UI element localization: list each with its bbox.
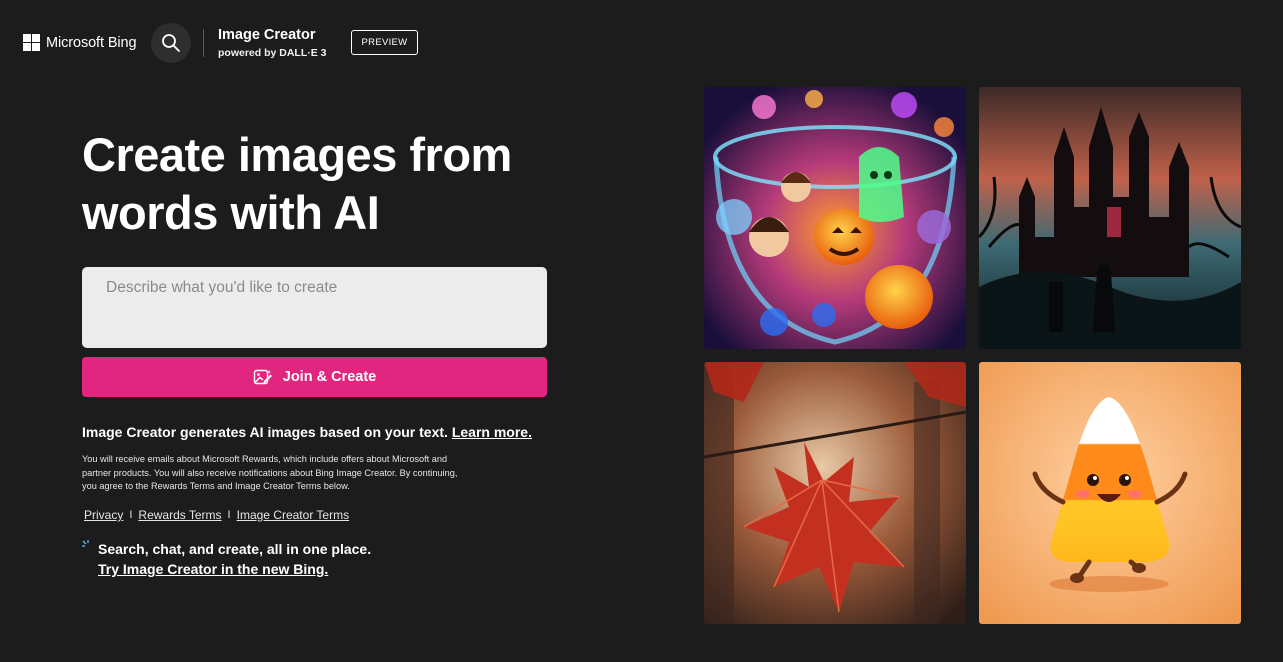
search-button[interactable] xyxy=(151,23,191,63)
gallery-image-candy-corn[interactable] xyxy=(979,362,1241,624)
promo-title: Search, chat, and create, all in one pla… xyxy=(98,541,372,557)
header: Microsoft Bing Image Creator powered by … xyxy=(0,0,1283,84)
gothic-castle-image xyxy=(979,87,1241,349)
microsoft-bing-logo[interactable]: Microsoft Bing xyxy=(23,34,137,51)
footer-links: Privacy I Rewards Terms I Image Creator … xyxy=(84,508,349,522)
link-separator: I xyxy=(227,509,231,521)
brand-title[interactable]: Image Creator xyxy=(218,27,316,43)
autumn-maple-leaf-image xyxy=(704,362,966,624)
gallery-image-leaf[interactable] xyxy=(704,362,966,624)
image-create-icon xyxy=(253,369,272,385)
create-button-label: Join & Create xyxy=(282,369,377,385)
sparkle-icon xyxy=(82,540,89,547)
info-line: Image Creator generates AI images based … xyxy=(82,424,532,440)
preview-badge: PREVIEW xyxy=(351,30,418,55)
prompt-input[interactable] xyxy=(82,267,547,348)
link-separator: I xyxy=(129,509,133,521)
header-divider xyxy=(203,29,204,57)
microsoft-logo-icon xyxy=(23,34,40,51)
info-text: Image Creator generates AI images based … xyxy=(82,424,448,440)
logo-text: Microsoft Bing xyxy=(46,34,137,51)
rewards-terms-link[interactable]: Rewards Terms xyxy=(138,508,221,522)
privacy-link[interactable]: Privacy xyxy=(84,508,123,522)
brand-subtitle: powered by DALL·E 3 xyxy=(218,47,327,59)
search-icon xyxy=(162,34,180,52)
gallery-image-castle[interactable] xyxy=(979,87,1241,349)
page-title: Create images from words with AI xyxy=(82,128,512,239)
try-new-bing-link[interactable]: Try Image Creator in the new Bing. xyxy=(98,561,328,577)
halloween-fishbowl-image xyxy=(704,87,966,349)
gallery-image-halloween[interactable] xyxy=(704,87,966,349)
learn-more-link[interactable]: Learn more. xyxy=(452,424,532,440)
join-and-create-button[interactable]: Join & Create xyxy=(82,357,547,397)
image-creator-terms-link[interactable]: Image Creator Terms xyxy=(237,508,349,522)
disclaimer-text: You will receive emails about Microsoft … xyxy=(82,454,458,491)
candy-corn-character-image xyxy=(979,362,1241,624)
